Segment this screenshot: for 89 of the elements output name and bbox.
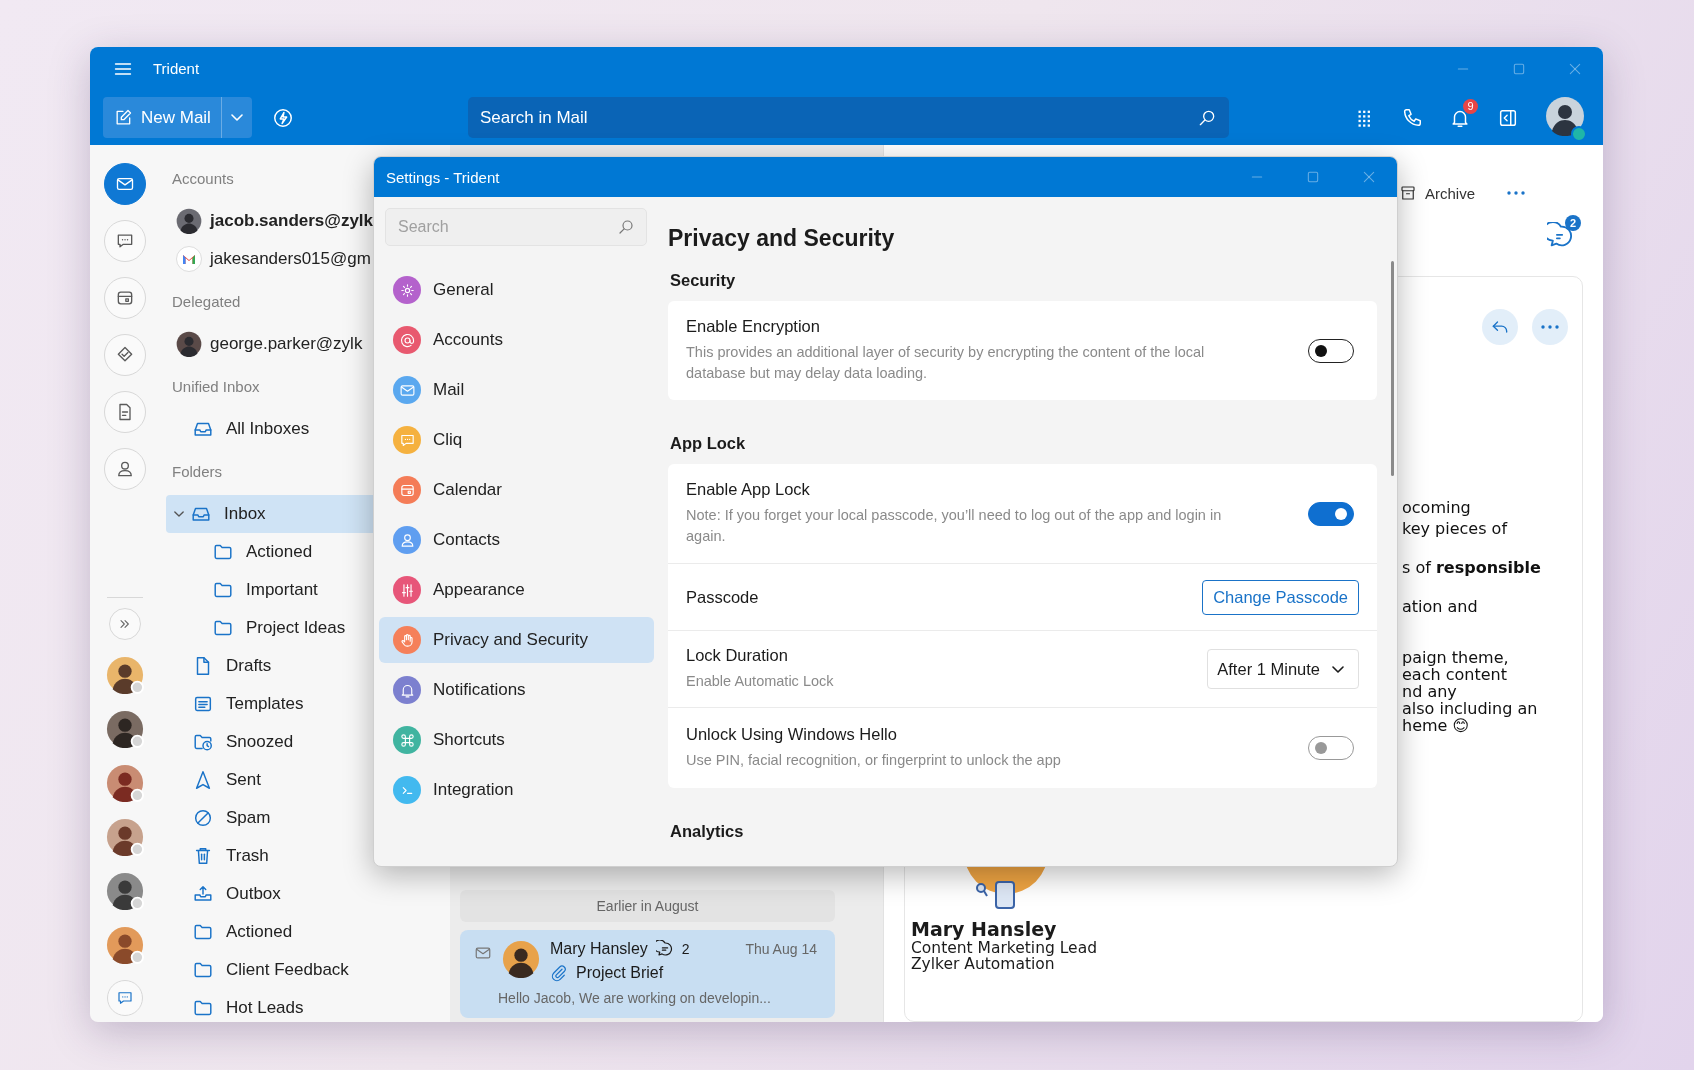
avatar <box>106 872 144 910</box>
toggle-switch[interactable] <box>1308 501 1354 526</box>
avatar <box>176 331 202 357</box>
envelope-icon <box>474 944 492 962</box>
folder-item[interactable]: Client Feedback <box>166 951 450 989</box>
contacts-icon <box>115 459 135 479</box>
caret-icon <box>230 114 243 121</box>
sender-name: Mary Hansley <box>550 940 648 958</box>
command-icon <box>398 731 416 749</box>
thread-count: 2 <box>681 941 690 957</box>
section-heading: Unified Inbox <box>172 377 260 397</box>
more-button[interactable] <box>1532 309 1568 345</box>
settings-nav-item[interactable]: Accounts <box>379 317 654 363</box>
setting-label: Passcode <box>686 587 760 607</box>
setting-description: Enable Automatic Lock <box>686 672 835 691</box>
section-heading: Analytics <box>670 822 745 841</box>
settings-nav-item[interactable]: Notifications <box>379 667 654 713</box>
setting-description: Note: If you forget your local passcode, you’ll need to log out of the app and login in again. <box>686 506 1223 546</box>
avatar <box>106 710 144 748</box>
settings-nav-item[interactable]: Privacy and Security <box>379 617 654 663</box>
section-heading: Folders <box>172 462 223 482</box>
avatar <box>502 940 540 978</box>
section-heading: Security <box>670 271 737 290</box>
message-text: ation and <box>1402 596 1479 617</box>
mail-logo-icon <box>176 246 202 272</box>
hand-icon <box>398 631 416 649</box>
message-date: Thu Aug 14 <box>745 941 817 957</box>
setting-description: Use PIN, facial recognition, or fingerprint to unlock the app <box>686 751 1062 770</box>
message-preview: Hello Jacob, We are working on developin... <box>497 990 772 1006</box>
section-heading: Accounts <box>172 169 234 189</box>
section-heading: Delegated <box>172 292 241 312</box>
phone-icon[interactable] <box>1401 106 1423 129</box>
settings-nav-item[interactable]: Mail <box>379 367 654 413</box>
caret-icon <box>1332 665 1344 673</box>
avatar <box>176 208 202 234</box>
window-title: Trident <box>153 60 200 77</box>
blocked-icon <box>192 807 214 829</box>
setting-label: Enable App Lock <box>686 480 811 499</box>
message-item[interactable]: Mary Hansley 2 Thu Aug 14 Project Brief Hello Jacob, We are working on developin... <box>460 930 835 1018</box>
comment-count-badge: 2 <box>1565 215 1581 231</box>
setting-label: Lock Duration <box>686 646 789 665</box>
setting-description: This provides an additional layer of security by encrypting the content of the local database but may delay data loading. <box>686 343 1206 383</box>
signature-company: Zylker Automation <box>911 956 1056 972</box>
message-text: paign theme, each content nd any also including an heme 😊 <box>1402 649 1539 734</box>
avatar <box>106 656 144 694</box>
folder-item[interactable]: Trash <box>166 837 450 875</box>
user-avatar <box>1545 95 1585 136</box>
settings-nav-item[interactable]: Shortcuts <box>379 717 654 763</box>
toggle-switch[interactable] <box>1308 338 1354 363</box>
at-sign-icon <box>398 331 416 349</box>
message-subject: Project Brief <box>576 964 664 982</box>
folder-item[interactable]: Actioned <box>166 913 450 951</box>
chevron-icon[interactable] <box>174 509 184 519</box>
signature-title: Content Marketing Lead <box>911 940 1098 956</box>
signature-name: Mary Hansley <box>911 918 1058 940</box>
more-icon <box>1541 325 1559 329</box>
avatar <box>106 818 144 856</box>
message-text: ocoming key pieces of <box>1402 497 1509 539</box>
message-text: s of responsible <box>1402 557 1542 578</box>
archive-box-icon <box>1398 184 1417 202</box>
duration-dropdown[interactable]: After 1 Minute <box>1207 649 1359 689</box>
page-heading: Privacy and Security <box>668 225 896 252</box>
section-heading: App Lock <box>670 434 747 453</box>
avatar <box>106 926 144 964</box>
paperclip-icon <box>550 964 568 982</box>
chat-icon <box>116 989 134 1007</box>
expand-button[interactable] <box>109 608 141 640</box>
reply-button[interactable] <box>1482 309 1518 345</box>
folder-item[interactable]: Hot Leads <box>166 989 450 1022</box>
settings-icon <box>398 281 416 299</box>
archive-button[interactable]: Archive <box>1398 184 1475 202</box>
settings-nav-item[interactable]: Cliq <box>379 417 654 463</box>
settings-nav-item[interactable]: Appearance <box>379 567 654 613</box>
notification-badge: 9 <box>1463 98 1478 114</box>
search-field[interactable]: Search in Mail <box>467 97 1229 138</box>
change-passcode-button[interactable]: Change Passcode <box>1202 579 1359 615</box>
setting-label: Enable Encryption <box>686 317 821 336</box>
lightning-icon[interactable] <box>271 106 294 129</box>
rail-button[interactable] <box>104 163 146 205</box>
more-icon[interactable] <box>1507 191 1525 195</box>
chat-button[interactable] <box>107 980 143 1016</box>
search-field[interactable]: Search <box>385 208 647 246</box>
avatar <box>106 764 144 802</box>
search-icon <box>617 218 635 236</box>
date-group-header: Earlier in August <box>460 890 835 922</box>
dialog-title: Settings - Trident <box>386 168 500 186</box>
folder-item[interactable]: Outbox <box>166 875 450 913</box>
setting-label: Unlock Using Windows Hello <box>686 725 898 744</box>
comment-icon <box>655 940 674 958</box>
